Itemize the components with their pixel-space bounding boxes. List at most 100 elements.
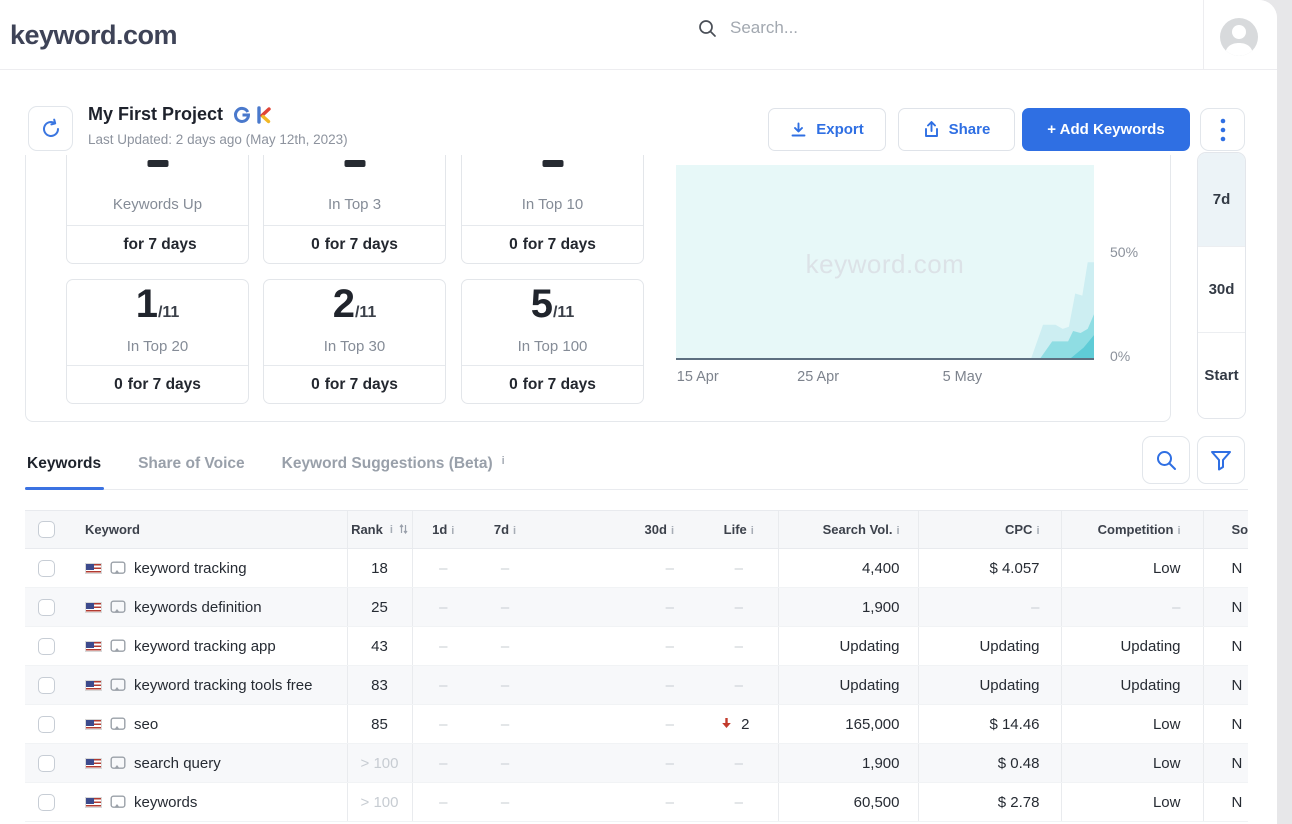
info-icon[interactable]: i: [896, 525, 899, 537]
cell-d1: –: [412, 783, 474, 822]
sort-icon[interactable]: [399, 522, 408, 537]
info-icon[interactable]: i: [1036, 525, 1039, 537]
cell-d7: –: [474, 744, 536, 783]
keyword-text[interactable]: keyword tracking tools free: [134, 677, 312, 694]
stat-label: In Top 10: [462, 196, 643, 213]
cell-d7: –: [474, 549, 536, 588]
keyword-text[interactable]: keywords: [134, 794, 197, 811]
cell-source: N: [1203, 627, 1248, 666]
refresh-project-button[interactable]: [28, 106, 73, 151]
cell-d7: –: [474, 783, 536, 822]
cell-d1: –: [412, 588, 474, 627]
row-checkbox[interactable]: [38, 794, 55, 811]
column-header-rank[interactable]: Ranki: [347, 511, 412, 549]
us-flag-icon: [85, 719, 102, 730]
stat-value: 5/11: [462, 282, 643, 327]
search-input[interactable]: [730, 18, 1030, 38]
range-button-7d[interactable]: 7d: [1198, 153, 1245, 247]
cell-source: N: [1203, 549, 1248, 588]
row-checkbox[interactable]: [38, 677, 55, 694]
desktop-icon: [110, 600, 126, 615]
desktop-icon: [110, 756, 126, 771]
stat-label: Keywords Up: [67, 196, 248, 213]
info-icon[interactable]: i: [390, 524, 393, 536]
select-all-checkbox[interactable]: [38, 521, 55, 538]
column-header-d30[interactable]: 30di: [536, 511, 700, 549]
tab-keywords[interactable]: Keywords: [27, 455, 101, 473]
chart-range-control: 7d30dStart: [1197, 152, 1246, 419]
filter-button[interactable]: [1197, 436, 1245, 484]
info-icon[interactable]: i: [502, 455, 505, 473]
chart-baseline: [676, 358, 1094, 360]
table-row: keyword tracking18––––4,400$ 4.057LowN: [25, 549, 1248, 588]
us-flag-icon: [85, 797, 102, 808]
rank-down-icon: [721, 716, 732, 733]
stat-footer: 0for 7 days: [67, 365, 248, 403]
stat-value: 2/11: [264, 282, 445, 327]
search-icon: [698, 19, 717, 38]
column-header-comp[interactable]: Competitioni: [1061, 511, 1203, 549]
info-icon[interactable]: i: [451, 525, 454, 537]
topbar-divider: [1203, 0, 1204, 70]
row-checkbox[interactable]: [38, 716, 55, 733]
row-checkbox[interactable]: [38, 638, 55, 655]
keyword-text[interactable]: keywords definition: [134, 599, 262, 616]
cell-vol: 165,000: [778, 705, 918, 744]
info-icon[interactable]: i: [513, 525, 516, 537]
keyword-text[interactable]: search query: [134, 755, 221, 772]
y-axis-label: 50%: [1110, 244, 1138, 260]
cell-vol: Updating: [778, 627, 918, 666]
add-keywords-button[interactable]: + Add Keywords: [1022, 108, 1190, 151]
x-axis-label: 5 May: [943, 369, 983, 385]
range-button-30d[interactable]: 30d: [1198, 247, 1245, 333]
keyword-text[interactable]: seo: [134, 716, 158, 733]
cell-comp: –: [1061, 588, 1203, 627]
tab-share-of-voice[interactable]: Share of Voice: [138, 455, 245, 473]
cell-vol: Updating: [778, 666, 918, 705]
page-scroll-gutter: [1277, 0, 1292, 824]
keyword-text[interactable]: keyword tracking app: [134, 638, 276, 655]
row-checkbox[interactable]: [38, 599, 55, 616]
cell-source: N: [1203, 705, 1248, 744]
more-options-button[interactable]: [1200, 108, 1245, 151]
column-header-life[interactable]: Lifei: [700, 511, 778, 549]
cell-vol: 4,400: [778, 549, 918, 588]
tab-keyword-suggestions-beta-[interactable]: Keyword Suggestions (Beta)i: [282, 455, 505, 473]
column-header-source[interactable]: Sou: [1203, 511, 1248, 549]
column-header-keyword[interactable]: Keyword: [68, 511, 347, 549]
column-header-cpc[interactable]: CPCi: [918, 511, 1061, 549]
stat-label: In Top 3: [264, 196, 445, 213]
column-header-vol[interactable]: Search Vol.i: [778, 511, 918, 549]
row-checkbox[interactable]: [38, 560, 55, 577]
info-icon[interactable]: i: [1177, 525, 1180, 537]
column-header-d7[interactable]: 7di: [474, 511, 536, 549]
cell-cpc: Updating: [918, 666, 1061, 705]
dashboard-panel: Keywords Upfor 7 daysIn Top 30for 7 days…: [25, 155, 1171, 422]
share-button[interactable]: Share: [898, 108, 1015, 151]
export-button[interactable]: Export: [768, 108, 886, 151]
cell-d30: –: [536, 666, 700, 705]
cell-d30: –: [536, 549, 700, 588]
info-icon[interactable]: i: [671, 525, 674, 537]
table-header-row: KeywordRanki1di7di30diLifeiSearch Vol.iC…: [25, 511, 1248, 549]
stat-footer: 0for 7 days: [264, 225, 445, 263]
info-icon[interactable]: i: [751, 525, 754, 537]
table-row: keyword tracking app43––––UpdatingUpdati…: [25, 627, 1248, 666]
table-search-button[interactable]: [1142, 436, 1190, 484]
cell-life: 2: [700, 705, 778, 744]
column-header-d1[interactable]: 1di: [412, 511, 474, 549]
stat-card: In Top 100for 7 days: [461, 155, 644, 264]
row-checkbox[interactable]: [38, 755, 55, 772]
cell-comp: Low: [1061, 549, 1203, 588]
table-row: seo85–––2165,000$ 14.46LowN: [25, 705, 1248, 744]
user-avatar[interactable]: [1220, 18, 1258, 56]
range-button-start[interactable]: Start: [1198, 333, 1245, 418]
table-row: keywords definition25––––1,900––N: [25, 588, 1248, 627]
stat-label: In Top 100: [462, 338, 643, 355]
cell-d7: –: [474, 588, 536, 627]
chart-area-series: [676, 335, 1094, 358]
x-axis-label: 15 Apr: [677, 369, 719, 385]
cell-life: –: [700, 549, 778, 588]
keyword-text[interactable]: keyword tracking: [134, 560, 247, 577]
keywords-table-wrap: KeywordRanki1di7di30diLifeiSearch Vol.iC…: [25, 510, 1248, 824]
